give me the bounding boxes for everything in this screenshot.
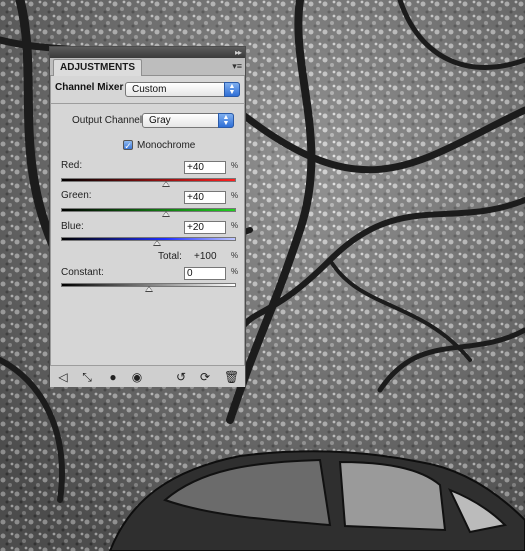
panel-tab-row: ADJUSTMENTS ▾≡ (50, 58, 245, 76)
red-slider-track[interactable] (61, 178, 236, 182)
output-channel-value: Gray (149, 115, 171, 126)
tab-adjustments[interactable]: ADJUSTMENTS (53, 59, 143, 76)
clip-to-layer-icon[interactable]: ● (106, 370, 120, 384)
constant-percent-label: % (231, 267, 239, 276)
red-slider-thumb[interactable] (162, 181, 170, 187)
monochrome-checkbox[interactable]: ✓ (123, 140, 133, 151)
adjustment-title: Channel Mixer (55, 82, 124, 93)
constant-slider-thumb[interactable] (145, 286, 153, 292)
output-channel-label: Output Channel: (72, 115, 145, 126)
green-label: Green: (61, 190, 92, 201)
constant-value-input[interactable]: 0 (184, 267, 226, 280)
total-value: +100 (194, 251, 217, 262)
blue-slider-track[interactable] (61, 237, 236, 241)
green-slider-thumb[interactable] (162, 211, 170, 217)
collapse-icon[interactable]: ▸▸ (235, 49, 242, 57)
panel-footer: ◁ ⤡ ● ◉ ↺ ⟳ 🗑 (50, 365, 245, 387)
reset-icon[interactable]: ⟳ (198, 370, 212, 384)
adjustments-panel: ▸▸ ADJUSTMENTS ▾≡ Channel Mixer Custom ▲… (49, 46, 246, 387)
green-slider-track[interactable] (61, 208, 236, 212)
red-percent-label: % (231, 161, 239, 170)
blue-percent-label: % (231, 221, 239, 230)
select-arrows-icon: ▲ ▼ (218, 113, 234, 128)
green-percent-label: % (231, 191, 239, 200)
constant-label: Constant: (61, 267, 104, 278)
red-value-input[interactable]: +40 (184, 161, 226, 174)
blue-label: Blue: (61, 221, 84, 232)
blue-slider-thumb[interactable] (153, 240, 161, 246)
panel-menu-icon[interactable]: ▾≡ (232, 61, 242, 71)
monochrome-label: Monochrome (137, 140, 196, 151)
preset-select[interactable]: Custom ▲ ▼ (125, 82, 240, 97)
adjustment-header: Channel Mixer Custom ▲ ▼ (50, 76, 245, 104)
blue-value-input[interactable]: +20 (184, 221, 226, 234)
panel-titlebar[interactable]: ▸▸ (50, 47, 245, 58)
green-value-input[interactable]: +40 (184, 191, 226, 204)
select-arrows-icon: ▲ ▼ (224, 82, 240, 97)
trash-icon[interactable]: 🗑 (224, 370, 239, 384)
total-percent-label: % (231, 251, 239, 260)
red-label: Red: (61, 160, 83, 171)
expand-view-icon[interactable]: ⤡ (80, 370, 94, 384)
output-channel-select[interactable]: Gray ▲ ▼ (142, 113, 234, 128)
preset-select-value: Custom (132, 84, 167, 95)
visibility-eye-icon[interactable]: ◉ (130, 370, 144, 384)
total-label: Total: (158, 251, 182, 262)
previous-state-icon[interactable]: ↺ (174, 370, 188, 384)
back-arrow-icon[interactable]: ◁ (56, 370, 70, 384)
